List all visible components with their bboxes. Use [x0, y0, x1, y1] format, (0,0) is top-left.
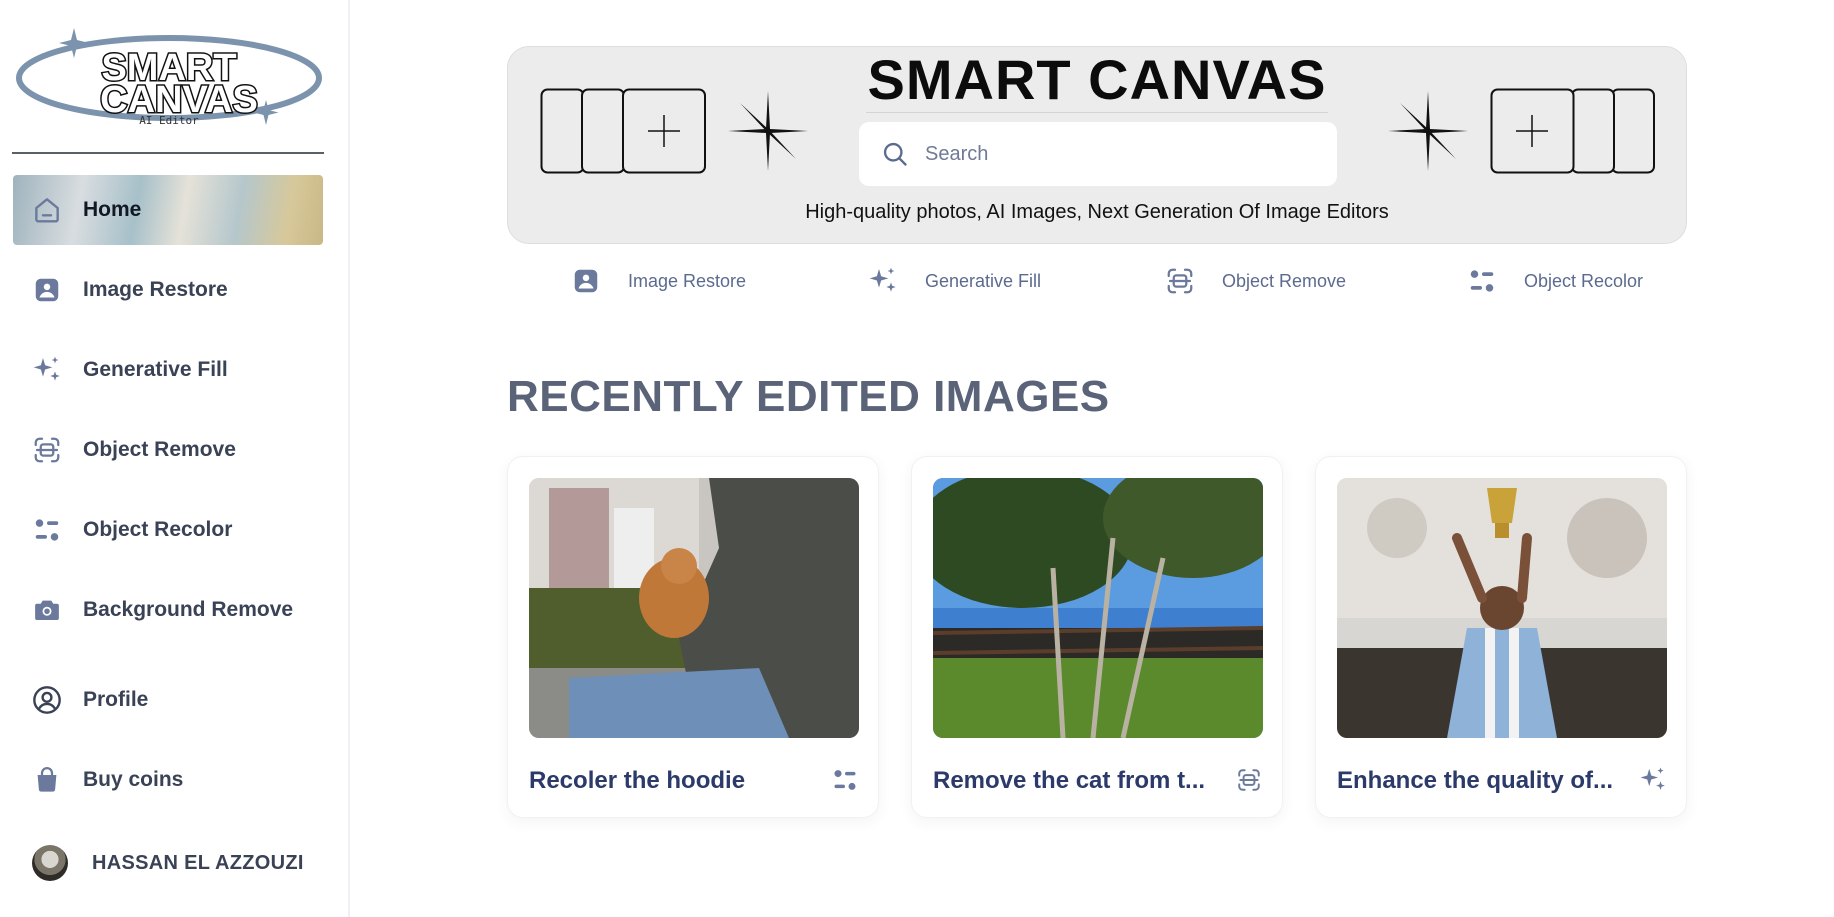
- sidebar-item-object-remove[interactable]: Object Remove: [13, 415, 323, 485]
- avatar: [32, 845, 68, 881]
- quick-link-object-remove[interactable]: Object Remove: [1164, 263, 1346, 299]
- toggles-icon: [1466, 265, 1498, 297]
- decorative-cards-right: [1490, 88, 1655, 174]
- logo-divider: [12, 152, 324, 154]
- recent-card[interactable]: Remove the cat from t...: [911, 456, 1283, 818]
- quick-link-label: Object Remove: [1222, 270, 1347, 291]
- recent-image-thumbnail: [933, 478, 1263, 738]
- recent-image-thumbnail: [1337, 478, 1667, 738]
- recent-image-thumbnail: [529, 478, 859, 738]
- decorative-cards-left: [540, 88, 706, 174]
- hero-subtitle: High-quality photos, AI Images, Next Gen…: [805, 201, 1389, 223]
- sidebar-item-label: Buy coins: [83, 768, 184, 791]
- recent-card-title: Remove the cat from t...: [933, 767, 1206, 794]
- user-profile[interactable]: HASSAN EL AZZOUZI: [32, 845, 304, 881]
- search-input[interactable]: [925, 142, 1305, 166]
- search-icon: [881, 140, 909, 168]
- sidebar-item-label: Object Remove: [83, 438, 236, 461]
- sparkles-icon: [867, 265, 899, 297]
- quick-link-object-recolor[interactable]: Object Recolor: [1466, 263, 1643, 299]
- user-name: HASSAN EL AZZOUZI: [92, 851, 304, 874]
- image-icon: [29, 272, 65, 308]
- sidebar-item-label: Image Restore: [83, 278, 228, 301]
- toggles-icon: [29, 512, 65, 548]
- sidebar-item-background-remove[interactable]: Background Remove: [13, 575, 323, 645]
- sidebar-item-profile[interactable]: Profile: [13, 665, 323, 735]
- shopping-bag-icon: [29, 762, 65, 798]
- recent-card[interactable]: Recoler the hoodie: [507, 456, 879, 818]
- sparkles-icon: [1638, 765, 1668, 795]
- quick-link-generative-fill[interactable]: Generative Fill: [867, 263, 1041, 299]
- image-icon: [570, 265, 602, 297]
- sidebar: SMART CANVAS AI Editor Home Image Restor…: [0, 0, 350, 917]
- sparkle-star-left: [726, 89, 810, 173]
- scan-object-icon: [1234, 765, 1264, 795]
- sidebar-item-image-restore[interactable]: Image Restore: [13, 255, 323, 325]
- hero-banner: SMART CANVAS High-quality photos, AI Ima…: [507, 46, 1687, 244]
- sidebar-item-label: Profile: [83, 688, 149, 711]
- user-circle-icon: [29, 682, 65, 718]
- quick-link-label: Object Recolor: [1524, 270, 1644, 291]
- quick-link-image-restore[interactable]: Image Restore: [570, 263, 746, 299]
- toggles-icon: [830, 765, 860, 795]
- home-icon: [29, 192, 65, 228]
- recent-card-title: Recoler the hoodie: [529, 767, 746, 794]
- recent-card[interactable]: Enhance the quality of...: [1315, 456, 1687, 818]
- recent-card-title: Enhance the quality of...: [1337, 767, 1614, 794]
- quick-link-label: Generative Fill: [925, 270, 1042, 291]
- logo-subtitle: AI Editor: [139, 114, 199, 127]
- sidebar-item-object-recolor[interactable]: Object Recolor: [13, 495, 323, 565]
- sidebar-item-generative-fill[interactable]: Generative Fill: [13, 335, 323, 405]
- sidebar-item-label: Home: [83, 198, 142, 221]
- scan-object-icon: [29, 432, 65, 468]
- logo-graphic: SMART CANVAS AI Editor: [16, 28, 322, 127]
- sidebar-item-home[interactable]: Home: [13, 175, 323, 245]
- scan-object-icon: [1164, 265, 1196, 297]
- sparkle-star-right: [1386, 89, 1470, 173]
- sidebar-item-label: Object Recolor: [83, 518, 233, 541]
- search-bar[interactable]: [859, 122, 1337, 186]
- sidebar-item-label: Generative Fill: [83, 358, 228, 381]
- camera-icon: [29, 592, 65, 628]
- quick-link-label: Image Restore: [628, 270, 747, 291]
- app-logo[interactable]: SMART CANVAS AI Editor: [14, 26, 324, 130]
- sparkles-icon: [29, 352, 65, 388]
- section-title: RECENTLY EDITED IMAGES: [507, 372, 1110, 421]
- sidebar-item-label: Background Remove: [83, 598, 294, 621]
- sidebar-item-buy-coins[interactable]: Buy coins: [13, 745, 323, 815]
